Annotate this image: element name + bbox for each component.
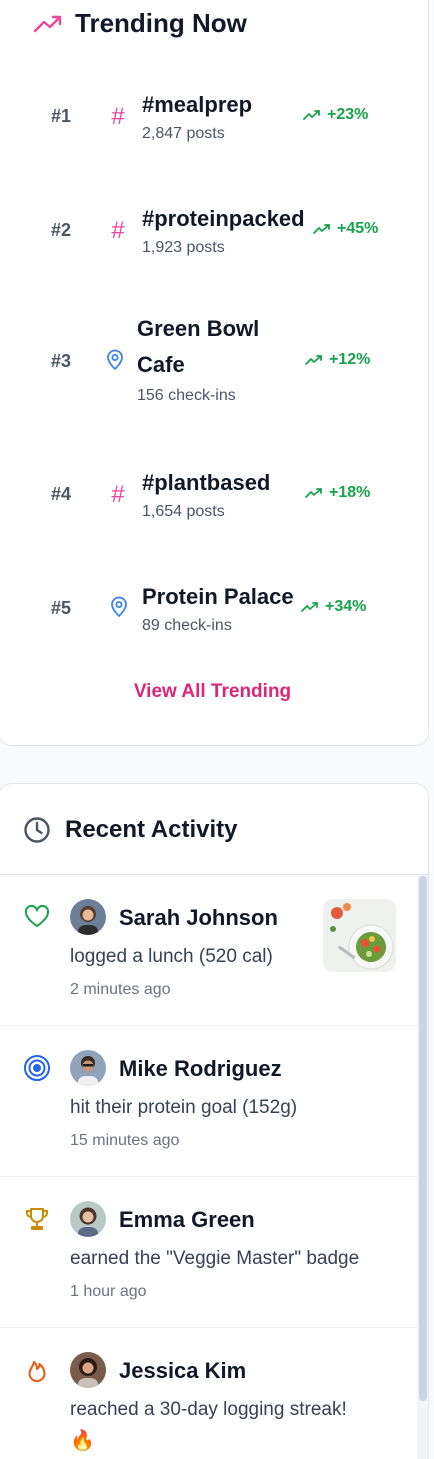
trending-change: +34%	[301, 598, 366, 616]
map-pin-icon	[107, 349, 123, 370]
activity-item[interactable]: Jessica Kim reached a 30-day logging str…	[0, 1328, 417, 1459]
activity-header: Recent Activity	[23, 816, 238, 844]
trending-count: 2,847 posts	[142, 125, 225, 142]
activity-user-name[interactable]: Emma Green	[119, 1207, 255, 1233]
hashtag-icon: #	[111, 103, 125, 130]
hashtag-icon: #	[111, 481, 125, 508]
trending-rank: #3	[51, 351, 72, 371]
trending-up-icon	[303, 110, 320, 120]
trending-change: +12%	[305, 351, 370, 369]
trophy-icon	[26, 1208, 48, 1230]
trending-rank: #2	[51, 220, 72, 240]
activity-card: Recent Activity Sarah Johnson logged a l…	[0, 783, 429, 1459]
target-icon	[24, 1055, 50, 1081]
map-pin-icon	[111, 596, 127, 617]
activity-item[interactable]: Mike Rodriguez hit their protein goal (1…	[0, 1026, 417, 1177]
trending-rank: #4	[51, 484, 72, 504]
activity-item[interactable]: Emma Green earned the "Veggie Master" ba…	[0, 1177, 417, 1328]
fire-emoji: 🔥	[70, 1430, 95, 1452]
heart-icon	[24, 904, 50, 927]
trending-name: Protein Palace	[142, 584, 294, 609]
avatar[interactable]	[70, 1201, 106, 1237]
activity-time: 2 minutes ago	[70, 981, 171, 998]
trending-rank: #1	[51, 106, 72, 126]
trending-count: 156 check-ins	[137, 387, 236, 404]
trending-count: 89 check-ins	[142, 617, 232, 634]
scrollbar-thumb[interactable]	[419, 876, 427, 1401]
trending-change: +18%	[305, 484, 370, 502]
activity-text: logged a lunch (520 cal)	[70, 946, 273, 967]
activity-title: Recent Activity	[65, 816, 238, 843]
trending-card: Trending Now #1 # #mealprep 2,847 posts …	[0, 0, 429, 746]
activity-text: earned the "Veggie Master" badge	[70, 1248, 360, 1269]
activity-item[interactable]: Sarah Johnson logged a lunch (520 cal) 2…	[0, 875, 417, 1026]
trending-count: 1,923 posts	[142, 239, 225, 256]
activity-time: 1 hour ago	[70, 1283, 147, 1300]
trending-up-icon	[33, 15, 62, 32]
activity-text: hit their protein goal (152g)	[70, 1097, 298, 1118]
avatar[interactable]	[70, 899, 106, 935]
activity-text: reached a 30-day logging streak!	[70, 1399, 347, 1420]
activity-time: 15 minutes ago	[70, 1132, 180, 1149]
trending-title: Trending Now	[75, 8, 247, 38]
trending-rank: #5	[51, 598, 72, 618]
trending-name: #plantbased	[142, 470, 271, 495]
trending-count: 1,654 posts	[142, 503, 225, 520]
meal-thumbnail[interactable]	[323, 899, 396, 972]
trending-name: #mealprep	[142, 92, 253, 117]
activity-user-name[interactable]: Mike Rodriguez	[119, 1056, 282, 1082]
avatar[interactable]	[70, 1352, 106, 1388]
trending-up-icon	[301, 602, 318, 612]
trending-change: +45%	[313, 220, 378, 238]
hashtag-icon: #	[111, 217, 125, 244]
clock-icon	[24, 817, 50, 843]
trending-name-line1: Green Bowl	[137, 316, 260, 341]
trending-up-icon	[313, 224, 330, 234]
trending-name: #proteinpacked	[142, 206, 305, 231]
flame-icon	[28, 1361, 46, 1382]
trending-up-icon	[305, 355, 322, 365]
activity-user-name[interactable]: Sarah Johnson	[119, 905, 278, 931]
trending-up-icon	[305, 488, 322, 498]
trending-change: +23%	[303, 106, 368, 124]
avatar[interactable]	[70, 1050, 106, 1086]
trending-header: Trending Now	[33, 8, 247, 39]
trending-name-line2: Cafe	[137, 352, 185, 377]
view-all-trending-link[interactable]: View All Trending	[0, 681, 426, 703]
activity-user-name[interactable]: Jessica Kim	[119, 1358, 246, 1384]
